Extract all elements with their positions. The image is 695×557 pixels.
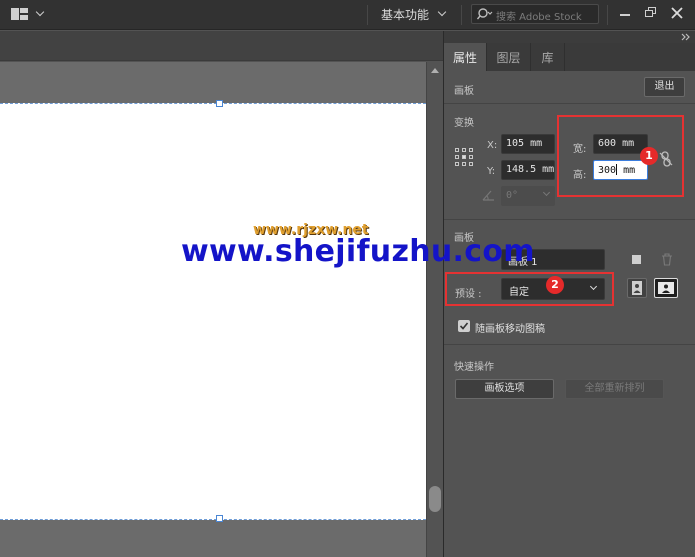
search-placeholder: 搜索 Adobe Stock	[496, 12, 582, 23]
landscape-orientation-button[interactable]	[654, 278, 678, 298]
restore-icon[interactable]	[641, 5, 661, 21]
move-with-artwork-label: 随画板移动图稿	[475, 324, 545, 335]
panel-tabs: 属性 图层 库	[444, 43, 695, 71]
minimize-icon[interactable]	[615, 5, 635, 21]
workspace-chevron-down-icon[interactable]	[437, 7, 447, 17]
angle-field: 0°	[501, 186, 555, 206]
new-artboard-icon[interactable]	[632, 255, 641, 264]
divider	[444, 219, 695, 220]
angle-value: 0°	[506, 190, 519, 201]
canvas-area[interactable]	[0, 62, 426, 557]
annotation-badge-2: 2	[546, 276, 564, 294]
move-with-artwork-checkbox[interactable]	[458, 320, 470, 332]
landscape-icon	[658, 282, 674, 294]
portrait-orientation-button[interactable]	[627, 278, 647, 298]
vertical-scrollbar[interactable]	[426, 62, 443, 557]
annotation-box-size	[557, 115, 684, 197]
annotation-badge-1: 1	[640, 147, 658, 165]
panel-header-strip	[444, 31, 695, 43]
checkmark-icon	[459, 322, 469, 330]
workspace-switcher[interactable]: 基本功能	[381, 6, 429, 23]
search-icon	[477, 8, 493, 20]
chevron-down-icon	[542, 188, 551, 197]
artboard-handle-top[interactable]	[216, 100, 223, 107]
artboard[interactable]	[0, 103, 426, 520]
delete-artboard-icon	[662, 253, 672, 266]
arrange-documents-icon[interactable]	[11, 8, 28, 20]
artboard-handle-bottom[interactable]	[216, 515, 223, 522]
document-tab-bar	[0, 31, 443, 61]
tab-properties[interactable]: 属性	[444, 43, 487, 71]
close-icon[interactable]	[667, 5, 687, 21]
watermark-large: www.shejifuzhu.com	[181, 234, 535, 269]
divider	[367, 5, 368, 25]
application-bar: 基本功能 搜索 Adobe Stock	[0, 0, 695, 30]
chevron-down-icon[interactable]	[35, 7, 45, 17]
annotation-box-preset	[445, 272, 614, 306]
quick-actions-title: 快速操作	[454, 362, 494, 373]
y-label: Y:	[487, 166, 496, 177]
x-field[interactable]: 105 mm	[501, 134, 555, 154]
rearrange-all-button: 全部重新排列	[565, 379, 664, 399]
portrait-icon	[632, 281, 642, 295]
divider	[607, 5, 608, 25]
tab-libraries[interactable]: 库	[531, 43, 565, 71]
divider	[444, 103, 695, 104]
x-label: X:	[487, 140, 498, 151]
exit-button[interactable]: 退出	[644, 77, 685, 97]
stock-search-input[interactable]: 搜索 Adobe Stock	[471, 4, 599, 24]
transform-title: 变换	[454, 118, 474, 129]
divider	[444, 344, 695, 345]
scroll-up-icon[interactable]	[431, 68, 439, 73]
y-field[interactable]: 148.5 mm	[501, 160, 555, 180]
collapse-panel-icon[interactable]	[680, 33, 692, 41]
tab-layers[interactable]: 图层	[487, 43, 531, 71]
scrollbar-thumb[interactable]	[429, 486, 441, 512]
divider	[461, 5, 462, 25]
reference-point-icon[interactable]	[455, 148, 473, 166]
angle-icon	[482, 190, 494, 201]
artboard-header-label: 画板	[454, 86, 474, 97]
artboard-options-button[interactable]: 画板选项	[455, 379, 554, 399]
